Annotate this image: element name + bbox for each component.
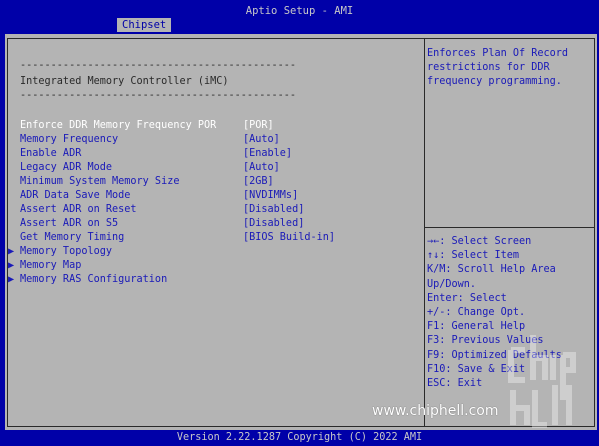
setting-legacy-adr-mode[interactable]: Legacy ADR Mode <box>20 161 112 175</box>
setting-assert-adr-s5[interactable]: Assert ADR on S5 <box>20 217 118 231</box>
value-assert-adr-reset[interactable]: [Disabled] <box>243 203 304 217</box>
value-memory-frequency[interactable]: [Auto] <box>243 133 280 147</box>
key-change-opt: +/-: Change Opt. <box>427 307 526 319</box>
submenu-memory-ras[interactable]: ▶ Memory RAS Configuration <box>8 273 167 287</box>
setting-enforce-ddr-por[interactable]: Enforce DDR Memory Frequency POR <box>20 119 216 133</box>
chiphell-logo-icon <box>508 335 576 428</box>
value-legacy-adr-mode[interactable]: [Auto] <box>243 161 280 175</box>
submenu-label: Memory Map <box>20 260 82 271</box>
help-divider <box>425 227 594 228</box>
setting-adr-data-save-mode[interactable]: ADR Data Save Mode <box>20 189 130 203</box>
value-enable-adr[interactable]: [Enable] <box>243 147 292 161</box>
key-enter: Enter: Select <box>427 292 507 304</box>
setting-min-system-memory[interactable]: Minimum System Memory Size <box>20 175 179 189</box>
submenu-label: Memory Topology <box>20 246 113 257</box>
value-adr-data-save-mode[interactable]: [NVDIMMs] <box>243 189 298 203</box>
setting-enable-adr[interactable]: Enable ADR <box>20 147 81 161</box>
help-line: frequency programming. <box>427 76 562 88</box>
value-min-system-memory[interactable]: [2GB] <box>243 175 274 189</box>
setting-assert-adr-reset[interactable]: Assert ADR on Reset <box>20 203 137 217</box>
pane-divider <box>424 39 425 426</box>
submenu-arrow-icon: ▶ <box>8 274 15 285</box>
section-title: Integrated Memory Controller (iMC) <box>20 76 229 87</box>
title-bar: Aptio Setup - AMI Chipset <box>0 0 599 34</box>
settings-pane: ----------------------------------------… <box>8 39 424 426</box>
footer: Version 2.22.1287 Copyright (C) 2022 AMI <box>0 430 599 446</box>
value-assert-adr-s5[interactable]: [Disabled] <box>243 217 304 231</box>
setting-get-memory-timing[interactable]: Get Memory Timing <box>20 231 124 245</box>
submenu-memory-topology[interactable]: ▶ Memory Topology <box>8 245 112 259</box>
help-line: Enforces Plan Of Record <box>427 48 569 59</box>
submenu-memory-map[interactable]: ▶ Memory Map <box>8 259 81 273</box>
submenu-arrow-icon: ▶ <box>8 246 15 257</box>
setting-memory-frequency[interactable]: Memory Frequency <box>20 133 118 147</box>
value-enforce-ddr-por[interactable]: [POR] <box>243 119 274 133</box>
submenu-arrow-icon: ▶ <box>8 260 15 271</box>
tab-chipset[interactable]: Chipset <box>117 18 172 32</box>
value-get-memory-timing[interactable]: [BIOS Build-in] <box>243 231 335 245</box>
key-scroll-help-cont: Up/Down. <box>427 278 477 290</box>
key-select-screen: →←: Select Screen <box>427 236 532 247</box>
separator-bottom: ----------------------------------------… <box>20 90 297 101</box>
submenu-label: Memory RAS Configuration <box>20 274 168 285</box>
key-scroll-help: K/M: Scroll Help Area <box>427 264 556 276</box>
key-select-item: ↑↓: Select Item <box>427 250 520 262</box>
separator-top: ----------------------------------------… <box>20 60 297 71</box>
help-line: restrictions for DDR <box>427 62 550 74</box>
watermark-text: www.chiphell.com <box>372 403 499 419</box>
window-title: Aptio Setup - AMI <box>245 5 354 17</box>
help-text: Enforces Plan Of Record restrictions for… <box>427 47 593 90</box>
